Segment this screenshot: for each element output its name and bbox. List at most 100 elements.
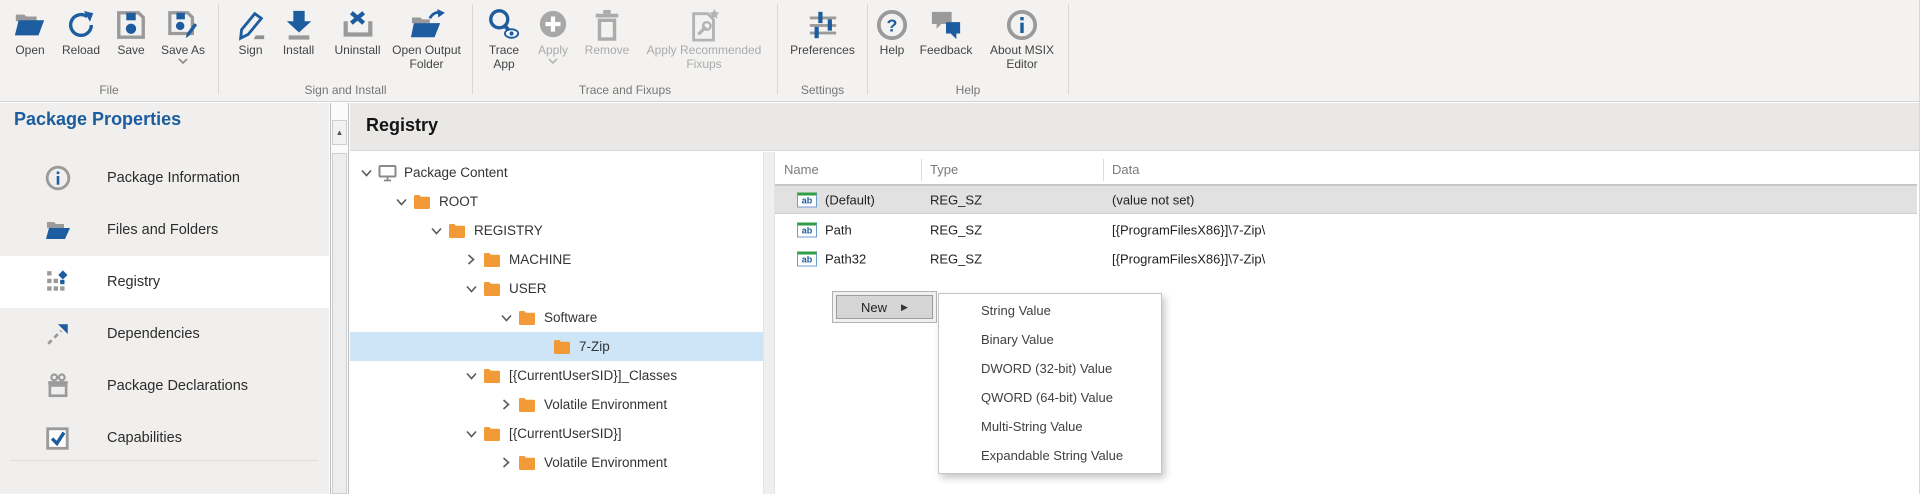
new-value-submenu: String Value Binary Value DWORD (32-bit)…: [938, 293, 1162, 474]
column-separator[interactable]: [921, 159, 922, 181]
open-output-folder-button[interactable]: Open Output Folder: [392, 5, 462, 71]
chevron-down-icon[interactable]: [428, 225, 444, 237]
help-label: Help: [880, 43, 905, 57]
menu-item-expandable-string-value[interactable]: Expandable String Value: [939, 441, 1161, 470]
chevron-right-icon[interactable]: [498, 399, 514, 411]
help-question-icon: ?: [876, 7, 908, 43]
apply-recommended-fixups-button[interactable]: Apply Recommended Fixups: [638, 5, 770, 71]
tree-row-volatile-environment[interactable]: Volatile Environment: [350, 448, 763, 477]
tree-row-7zip-selected[interactable]: 7-Zip: [350, 332, 763, 361]
ribbon-group-label-help: Help: [868, 83, 1068, 97]
tree-row-registry[interactable]: REGISTRY: [350, 216, 763, 245]
sidebar-item-registry[interactable]: Registry: [0, 256, 329, 308]
chevron-down-icon[interactable]: [498, 312, 514, 324]
column-header-type[interactable]: Type: [930, 162, 958, 177]
folder-icon: [482, 281, 502, 297]
tree-row-root[interactable]: ROOT: [350, 187, 763, 216]
chevron-down-icon[interactable]: [358, 167, 374, 179]
feedback-speech-bubbles-icon: [929, 7, 963, 43]
uninstall-button[interactable]: Uninstall: [326, 5, 390, 71]
apply-plus-icon: [537, 7, 569, 43]
table-row-path32[interactable]: ab Path32 REG_SZ [{ProgramFilesX86}]\7-Z…: [775, 244, 1917, 273]
open-label: Open: [15, 43, 44, 57]
table-row-default[interactable]: ab (Default) REG_SZ (value not set): [775, 185, 1917, 214]
dependencies-icon: [44, 320, 72, 348]
sidebar-item-capabilities[interactable]: Capabilities: [0, 412, 329, 464]
save-as-dropdown-chevron-icon[interactable]: [178, 58, 188, 64]
ribbon-group-label-settings: Settings: [778, 83, 867, 97]
chevron-down-icon[interactable]: [463, 283, 479, 295]
folder-icon: [517, 310, 537, 326]
sidebar-item-label: Capabilities: [107, 430, 182, 446]
about-info-icon: [1006, 7, 1038, 43]
sign-pencil-icon: [235, 7, 267, 43]
trace-app-button[interactable]: Trace App: [480, 5, 528, 71]
ribbon-separator: [1068, 4, 1069, 94]
save-label: Save: [117, 43, 144, 57]
open-button[interactable]: Open: [7, 5, 53, 64]
tree-row-machine[interactable]: MACHINE: [350, 245, 763, 274]
ribbon-group-label-trace-and-fixups: Trace and Fixups: [473, 83, 777, 97]
menu-item-binary-value[interactable]: Binary Value: [939, 325, 1161, 354]
menu-item-qword-value[interactable]: QWORD (64-bit) Value: [939, 383, 1161, 412]
string-value-icon: ab: [797, 251, 817, 266]
column-header-name[interactable]: Name: [784, 162, 819, 177]
tree-row-software[interactable]: Software: [350, 303, 763, 332]
msix-editor-window: Open Reload Save: [0, 0, 1920, 494]
save-as-button[interactable]: Save As: [155, 5, 211, 64]
install-button[interactable]: Install: [274, 5, 324, 71]
folder-icon: [482, 426, 502, 442]
ribbon-group-file: Open Reload Save: [0, 0, 218, 100]
folder-icon: [517, 397, 537, 413]
value-type: REG_SZ: [930, 222, 982, 237]
gift-icon: [44, 372, 72, 400]
tree-row-currentusersid[interactable]: [{CurrentUserSID}]: [350, 419, 763, 448]
reload-button[interactable]: Reload: [55, 5, 107, 64]
menu-item-string-value[interactable]: String Value: [939, 296, 1161, 325]
chevron-down-icon[interactable]: [463, 370, 479, 382]
tree-row-user[interactable]: USER: [350, 274, 763, 303]
chevron-down-icon[interactable]: [393, 196, 409, 208]
save-button[interactable]: Save: [109, 5, 153, 64]
scrollbar-up-arrow-icon[interactable]: ▲: [332, 120, 347, 145]
about-msix-editor-label: About MSIX Editor: [980, 43, 1064, 71]
column-separator[interactable]: [1103, 159, 1104, 181]
column-header-data[interactable]: Data: [1112, 162, 1139, 177]
sidebar-item-label: Dependencies: [107, 326, 200, 342]
sidebar-item-package-declarations[interactable]: Package Declarations: [0, 360, 329, 412]
table-row-path[interactable]: ab Path REG_SZ [{ProgramFilesX86}]\7-Zip…: [775, 215, 1917, 244]
tree-table-splitter[interactable]: [763, 152, 775, 494]
scrollbar-thumb[interactable]: [332, 153, 347, 494]
sidebar-item-dependencies[interactable]: Dependencies: [0, 308, 329, 360]
menu-item-dword-value[interactable]: DWORD (32-bit) Value: [939, 354, 1161, 383]
remove-button[interactable]: Remove: [578, 5, 636, 71]
tree-node-label: USER: [509, 281, 547, 296]
preferences-button[interactable]: Preferences: [783, 5, 863, 57]
tree-row-package-content[interactable]: Package Content: [350, 158, 763, 187]
chevron-right-icon[interactable]: [498, 457, 514, 469]
chevron-right-icon[interactable]: [463, 254, 479, 266]
install-arrow-icon: [282, 7, 316, 43]
feedback-button[interactable]: Feedback: [914, 5, 978, 71]
install-label: Install: [283, 43, 314, 57]
menu-item-multi-string-value[interactable]: Multi-String Value: [939, 412, 1161, 441]
apply-dropdown-chevron-icon: [548, 58, 558, 64]
sign-button[interactable]: Sign: [230, 5, 272, 71]
uninstall-icon: [341, 7, 375, 43]
context-menu-item-new[interactable]: New ▶: [836, 295, 933, 319]
tree-row-currentusersid-classes[interactable]: [{CurrentUserSID}]_Classes: [350, 361, 763, 390]
save-icon: [115, 7, 147, 43]
registry-icon: [44, 268, 72, 296]
sidebar-scrollbar[interactable]: ▲: [330, 103, 349, 494]
apply-button[interactable]: Apply: [530, 5, 576, 71]
sidebar-item-package-information[interactable]: Package Information: [0, 152, 329, 204]
folder-icon: [412, 194, 432, 210]
help-button[interactable]: ? Help: [872, 5, 912, 71]
chevron-down-icon[interactable]: [463, 428, 479, 440]
sidebar-item-files-and-folders[interactable]: Files and Folders: [0, 204, 329, 256]
registry-tree: Package Content ROOT REGISTRY MACHINE US…: [350, 152, 763, 494]
tree-row-volatile-environment[interactable]: Volatile Environment: [350, 390, 763, 419]
about-msix-editor-button[interactable]: About MSIX Editor: [980, 5, 1064, 71]
ribbon-group-label-file: File: [0, 83, 218, 97]
sidebar-item-label: Files and Folders: [107, 222, 218, 238]
